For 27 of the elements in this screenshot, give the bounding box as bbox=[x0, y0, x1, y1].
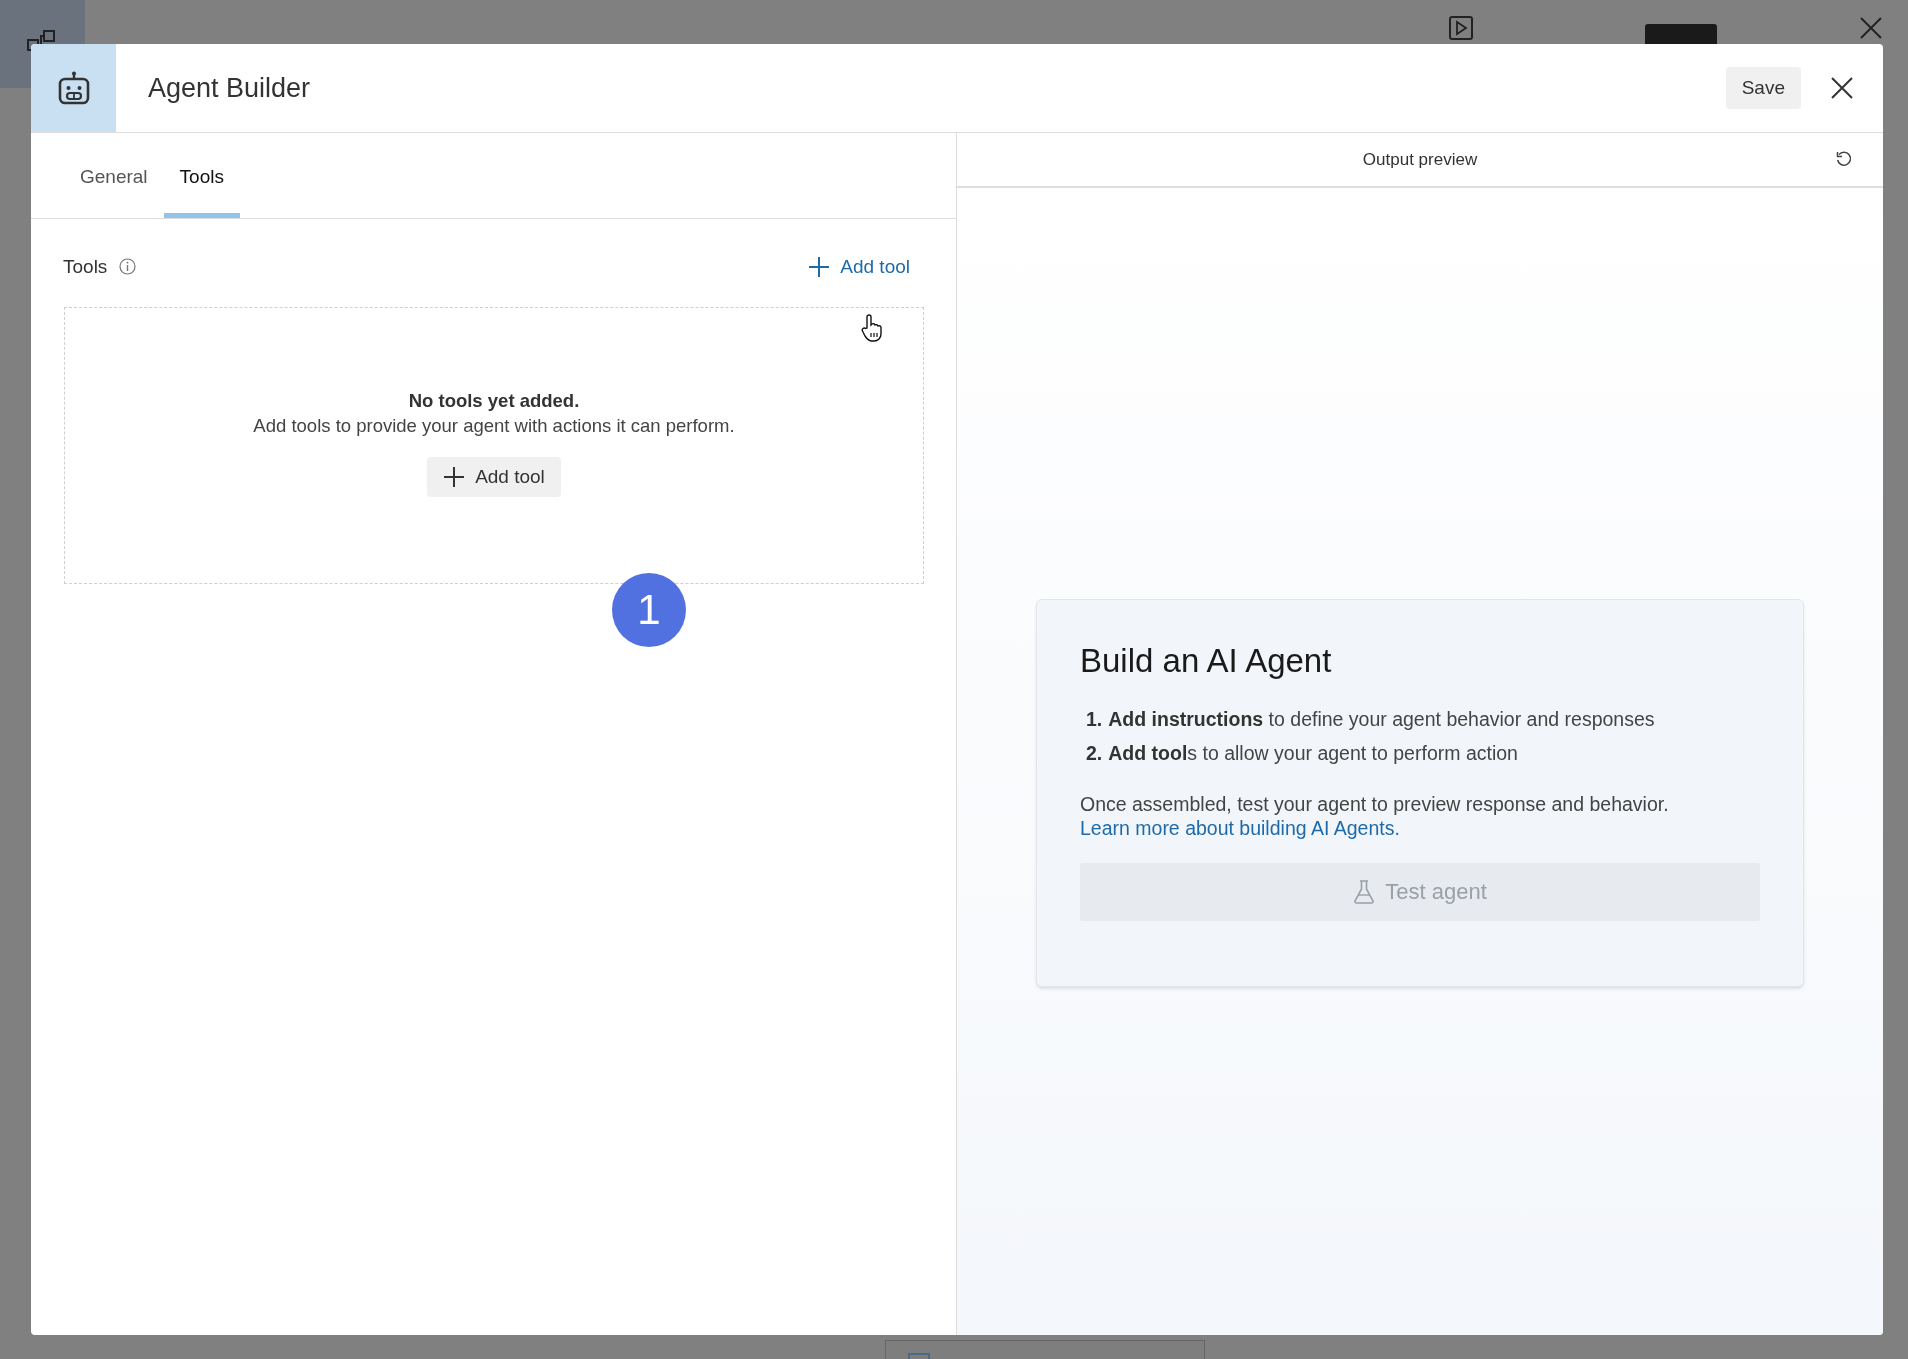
card-heading: Build an AI Agent bbox=[1080, 642, 1333, 680]
empty-message: Add tools to provide your agent with actions it can perform. bbox=[253, 415, 735, 437]
plus-icon bbox=[443, 466, 466, 488]
close-icon bbox=[1859, 16, 1883, 40]
add-tool-link[interactable]: Add tool bbox=[802, 254, 916, 279]
add-tool-button[interactable]: Add tool bbox=[427, 457, 561, 497]
step-text: Add instructions to define your agent behavior and responses bbox=[1108, 708, 1655, 731]
tab[interactable]: Tools bbox=[163, 133, 240, 218]
flask-icon bbox=[1353, 880, 1376, 904]
card-note: Once assembled, test your agent to preview response and behavior. bbox=[1080, 793, 1669, 815]
plus-icon bbox=[808, 255, 831, 278]
dialog-title: Agent Builder bbox=[148, 72, 312, 104]
tab[interactable]: General bbox=[64, 133, 164, 218]
step-text: Add tools to allow your agent to perform action bbox=[1108, 742, 1518, 765]
reset-icon[interactable] bbox=[1835, 150, 1853, 168]
close-icon[interactable] bbox=[1831, 77, 1853, 99]
step-badge: 1 bbox=[612, 573, 686, 647]
section-label: Tools bbox=[63, 255, 108, 278]
hand-cursor-icon bbox=[861, 314, 883, 342]
save-button[interactable]: Save bbox=[1725, 67, 1801, 109]
info-icon bbox=[119, 258, 137, 275]
step-number: 2. bbox=[1086, 742, 1103, 765]
empty-title: No tools yet added. bbox=[408, 390, 580, 412]
learn-more-link[interactable]: Learn more about building AI Agents. bbox=[1080, 817, 1400, 839]
step-number: 1. bbox=[1086, 708, 1103, 731]
play-icon bbox=[1449, 16, 1473, 40]
panel-title: Output preview bbox=[1362, 149, 1478, 170]
